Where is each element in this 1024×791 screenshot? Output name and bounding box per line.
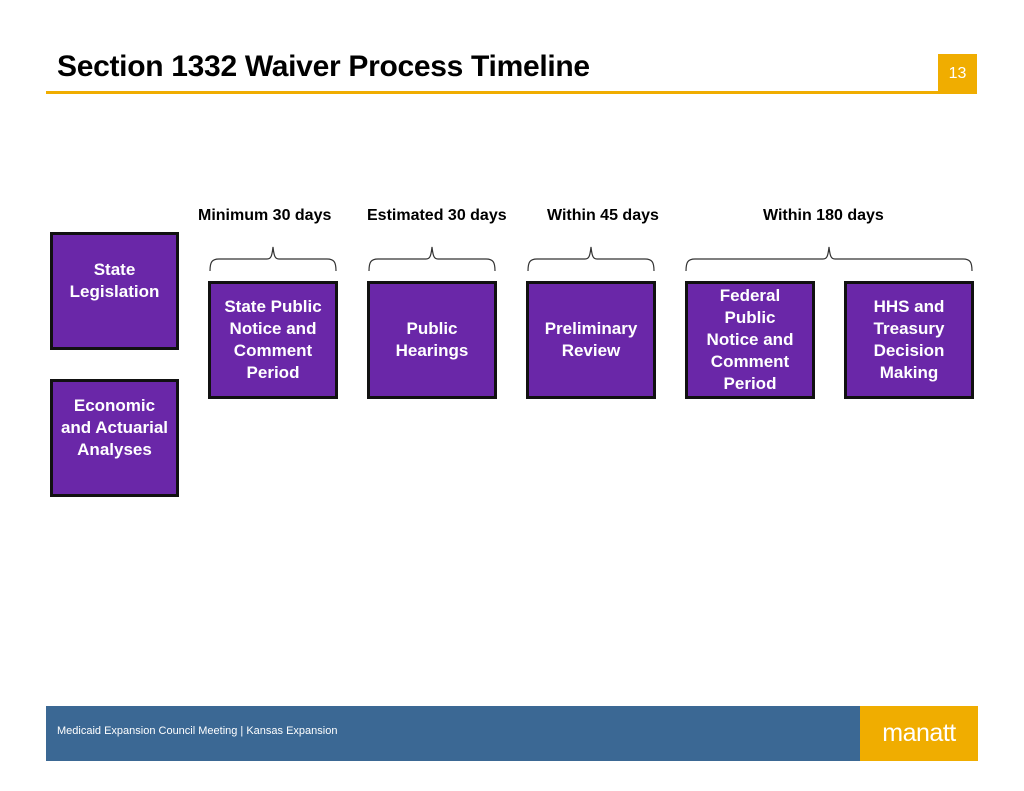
curly-brace-icon: [685, 246, 973, 272]
curly-brace-icon: [527, 246, 655, 272]
prerequisite-box-economic-analyses: Economic and Actuarial Analyses: [50, 379, 179, 497]
curly-brace-icon: [209, 246, 337, 272]
duration-label: Within 180 days: [763, 207, 884, 224]
step-box-federal-public-notice: Federal Public Notice and Comment Period: [685, 281, 815, 399]
duration-label: Within 45 days: [547, 207, 659, 224]
slide-title: Section 1332 Waiver Process Timeline: [57, 50, 590, 83]
step-box-public-hearings: Public Hearings: [367, 281, 497, 399]
step-box-hhs-treasury-decision: HHS and Treasury Decision Making: [844, 281, 974, 399]
page-number: 13: [938, 54, 977, 94]
step-box-preliminary-review: Preliminary Review: [526, 281, 656, 399]
footer-text: Medicaid Expansion Council Meeting | Kan…: [57, 725, 338, 737]
duration-label: Minimum 30 days: [198, 207, 332, 224]
prerequisite-box-state-legislation: State Legislation: [50, 232, 179, 350]
curly-brace-icon: [368, 246, 496, 272]
duration-label: Estimated 30 days: [367, 207, 507, 224]
step-box-state-public-notice: State Public Notice and Comment Period: [208, 281, 338, 399]
footer-bar: Medicaid Expansion Council Meeting | Kan…: [46, 706, 860, 761]
manatt-logo: manatt: [860, 706, 978, 761]
title-underline: [46, 91, 938, 94]
